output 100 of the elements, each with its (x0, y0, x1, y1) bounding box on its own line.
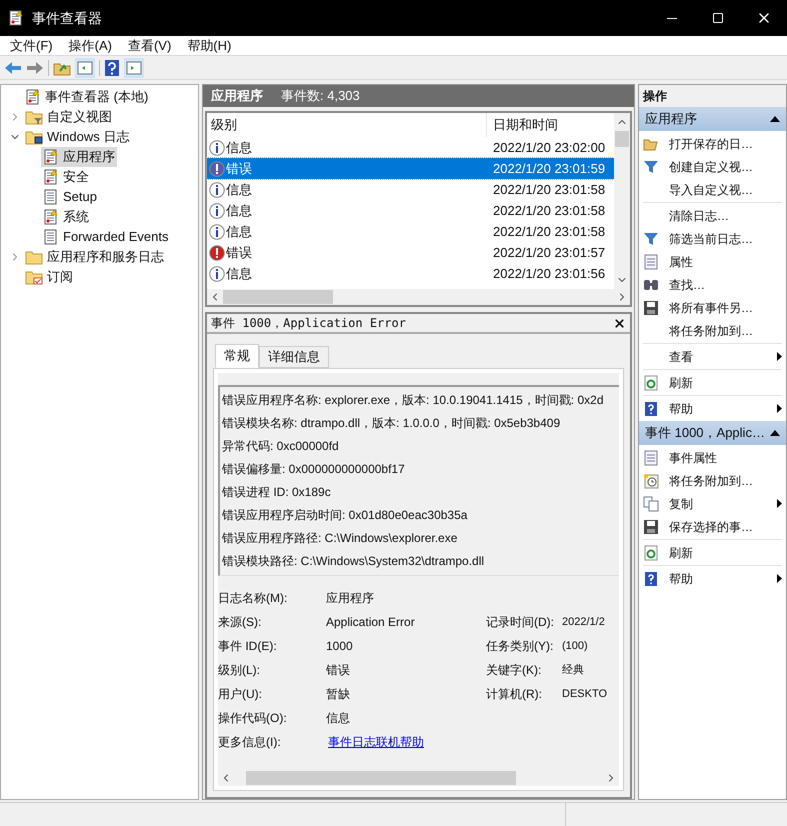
section-header[interactable]: 应用程序 (639, 107, 786, 131)
tree-item[interactable]: 系统 (41, 207, 91, 227)
scrollbar-thumb[interactable] (246, 771, 516, 785)
info-icon (209, 182, 225, 198)
tree-item[interactable]: Windows 日志 (23, 127, 132, 147)
tree-item[interactable]: 订阅 (23, 267, 75, 287)
tab[interactable]: 常规 (215, 344, 259, 368)
tree-item[interactable]: 安全 (41, 167, 91, 187)
field-value: 错误 (326, 662, 351, 679)
action-item[interactable]: 刷新 (643, 541, 782, 564)
datetime-text: 2022/1/20 23:02:00 (492, 138, 606, 157)
level-text: 信息 (226, 264, 252, 283)
field-label: 日志名称(M): (218, 590, 288, 607)
tree-item[interactable]: 应用程序 (41, 147, 117, 167)
folder-icon (25, 249, 43, 265)
action-item[interactable]: 刷新 (643, 371, 782, 394)
action-item[interactable]: 属性 (643, 250, 782, 273)
tree-item[interactable]: Forwarded Events (41, 227, 170, 247)
field-value: 2022/1/2 (562, 614, 605, 630)
tree-item[interactable]: 应用程序和服务日志 (23, 247, 166, 267)
panel-toggle-icon[interactable] (124, 58, 144, 78)
field-value: 信息 (326, 710, 351, 727)
event-row[interactable]: 错误 2022/1/20 23:01:57 (207, 242, 614, 263)
log-icon (43, 229, 59, 245)
log-warning-icon (43, 209, 59, 225)
tree-item[interactable]: 事件查看器 (本地) (23, 87, 150, 107)
event-count: 事件数: 4,303 (281, 87, 360, 106)
action-item[interactable]: 事件属性 (643, 446, 782, 469)
event-row[interactable]: 信息 2022/1/20 23:01:56 (207, 263, 614, 284)
field-label: 任务类别(Y): (486, 638, 554, 655)
log-warning-icon (8, 10, 24, 26)
collapse-triangle-icon[interactable] (770, 430, 780, 436)
event-row[interactable]: 信息 2022/1/20 23:01:58 (207, 179, 614, 200)
info-icon (209, 202, 225, 218)
info-icon (209, 266, 225, 282)
detail-title: 事件 1000，Application Error (211, 315, 407, 332)
help-link[interactable]: 事件日志联机帮助 (328, 733, 424, 751)
event-row[interactable]: 信息 2022/1/20 23:02:00 (207, 137, 614, 158)
help-icon (643, 400, 659, 416)
tab[interactable]: 详细信息 (259, 346, 329, 368)
field-label: 来源(S): (218, 614, 262, 631)
field-label: 更多信息(I): (218, 734, 282, 751)
help-icon (643, 570, 659, 586)
description-line: 错误进程 ID: 0x189c (222, 484, 332, 501)
description-line: 错误应用程序名称: explorer.exe，版本: 10.0.19041.1415，时间戳: 0x2d (222, 392, 604, 409)
action-item[interactable]: 导入自定义视… (643, 178, 782, 201)
event-row[interactable]: 错误 2022/1/20 23:01:59 (207, 158, 614, 179)
action-item[interactable]: 创建自定义视… (643, 155, 782, 178)
info-icon (209, 224, 225, 240)
field-value: DESKTO (562, 686, 608, 702)
field-label: 用户(U): (218, 686, 263, 703)
tree-item[interactable]: Setup (41, 187, 99, 207)
column-header[interactable]: 级别 (207, 113, 487, 137)
menu-item[interactable]: 帮助(H) (181, 36, 238, 56)
field-label: 操作代码(O): (218, 710, 288, 727)
event-row[interactable]: 信息 2022/1/20 23:01:58 (207, 221, 614, 242)
back-arrow-icon[interactable] (4, 60, 22, 74)
event-row[interactable]: 信息 2022/1/20 23:01:58 (207, 200, 614, 221)
clock-icon (643, 472, 659, 488)
close-icon[interactable] (613, 316, 626, 330)
section-header[interactable]: 事件 1000，Applic… (639, 421, 786, 445)
action-item[interactable]: 清除日志… (643, 204, 782, 227)
panel-toggle-icon[interactable] (75, 58, 95, 78)
action-item[interactable]: 帮助 (643, 567, 782, 590)
folder-monitor-icon (25, 129, 43, 145)
menu-item[interactable]: 操作(A) (62, 36, 118, 56)
action-item[interactable]: 保存选择的事… (643, 515, 782, 538)
menu-item[interactable]: 查看(V) (122, 36, 178, 56)
properties-icon (643, 254, 659, 270)
field-label: 级别(L): (218, 662, 261, 679)
level-text: 信息 (226, 222, 252, 241)
action-item[interactable]: 查看 (643, 345, 782, 368)
forward-arrow-icon[interactable] (26, 60, 44, 74)
field-label: 关键字(K): (486, 662, 542, 679)
collapse-triangle-icon[interactable] (770, 116, 780, 122)
action-item[interactable]: 将所有事件另… (643, 296, 782, 319)
action-item[interactable]: 打开保存的日… (643, 132, 782, 155)
action-item[interactable]: 将任务附加到… (643, 319, 782, 342)
error-icon (209, 244, 225, 260)
action-item[interactable]: 筛选当前日志… (643, 227, 782, 250)
help-icon[interactable] (104, 58, 120, 76)
description-line: 错误偏移量: 0x000000000000bf17 (222, 461, 406, 478)
description-line: 错误应用程序路径: C:\Windows\explorer.exe (222, 530, 458, 547)
field-value: (100) (562, 638, 588, 654)
action-item[interactable]: 复制 (643, 492, 782, 515)
menu-item[interactable]: 文件(F) (4, 36, 59, 56)
column-header[interactable]: 日期和时间 (487, 115, 558, 135)
scrollbar-thumb[interactable] (223, 290, 333, 304)
tree-item[interactable]: 自定义视图 (23, 107, 114, 127)
filter-icon (643, 230, 659, 246)
action-item[interactable]: 将任务附加到… (643, 469, 782, 492)
action-item[interactable]: 查找… (643, 273, 782, 296)
log-icon (43, 189, 59, 205)
field-value: 1000 (326, 638, 354, 655)
field-value: Application Error (326, 614, 416, 631)
field-label: 事件 ID(E): (218, 638, 278, 655)
refresh-icon (643, 544, 659, 560)
scrollbar-thumb[interactable] (615, 131, 629, 147)
error-icon (209, 160, 225, 176)
action-item[interactable]: 帮助 (643, 397, 782, 420)
